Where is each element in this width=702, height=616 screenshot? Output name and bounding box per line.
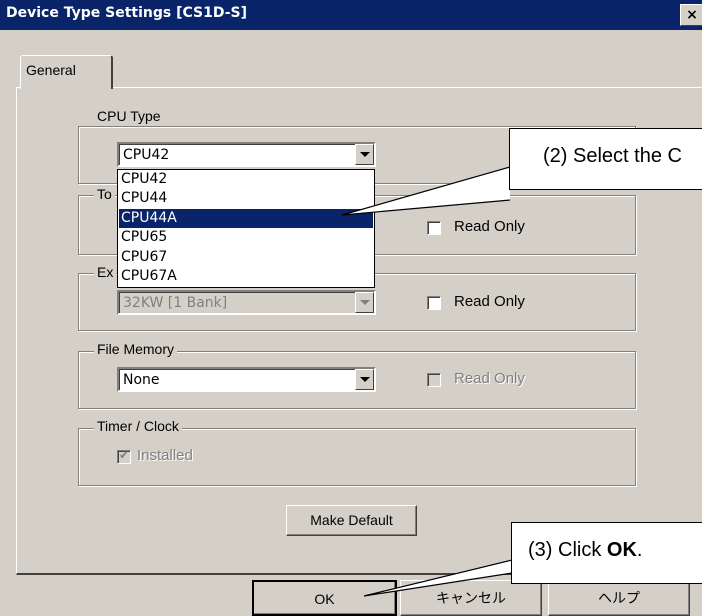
callout-click-ok-text: (3) Click OK.	[528, 539, 642, 562]
callout-click-ok-suffix: .	[636, 539, 643, 561]
click-ok-leader	[363, 559, 513, 597]
callout-click-ok: (3) Click OK.	[511, 522, 702, 584]
callout-click-ok-bold: OK	[606, 539, 637, 561]
callout-select-cpu-text: (2) Select the C	[543, 145, 682, 167]
callout-select-cpu: (2) Select the C	[509, 128, 702, 190]
select-cpu-leader	[341, 166, 511, 216]
callout-click-ok-prefix: (3) Click	[528, 539, 607, 561]
